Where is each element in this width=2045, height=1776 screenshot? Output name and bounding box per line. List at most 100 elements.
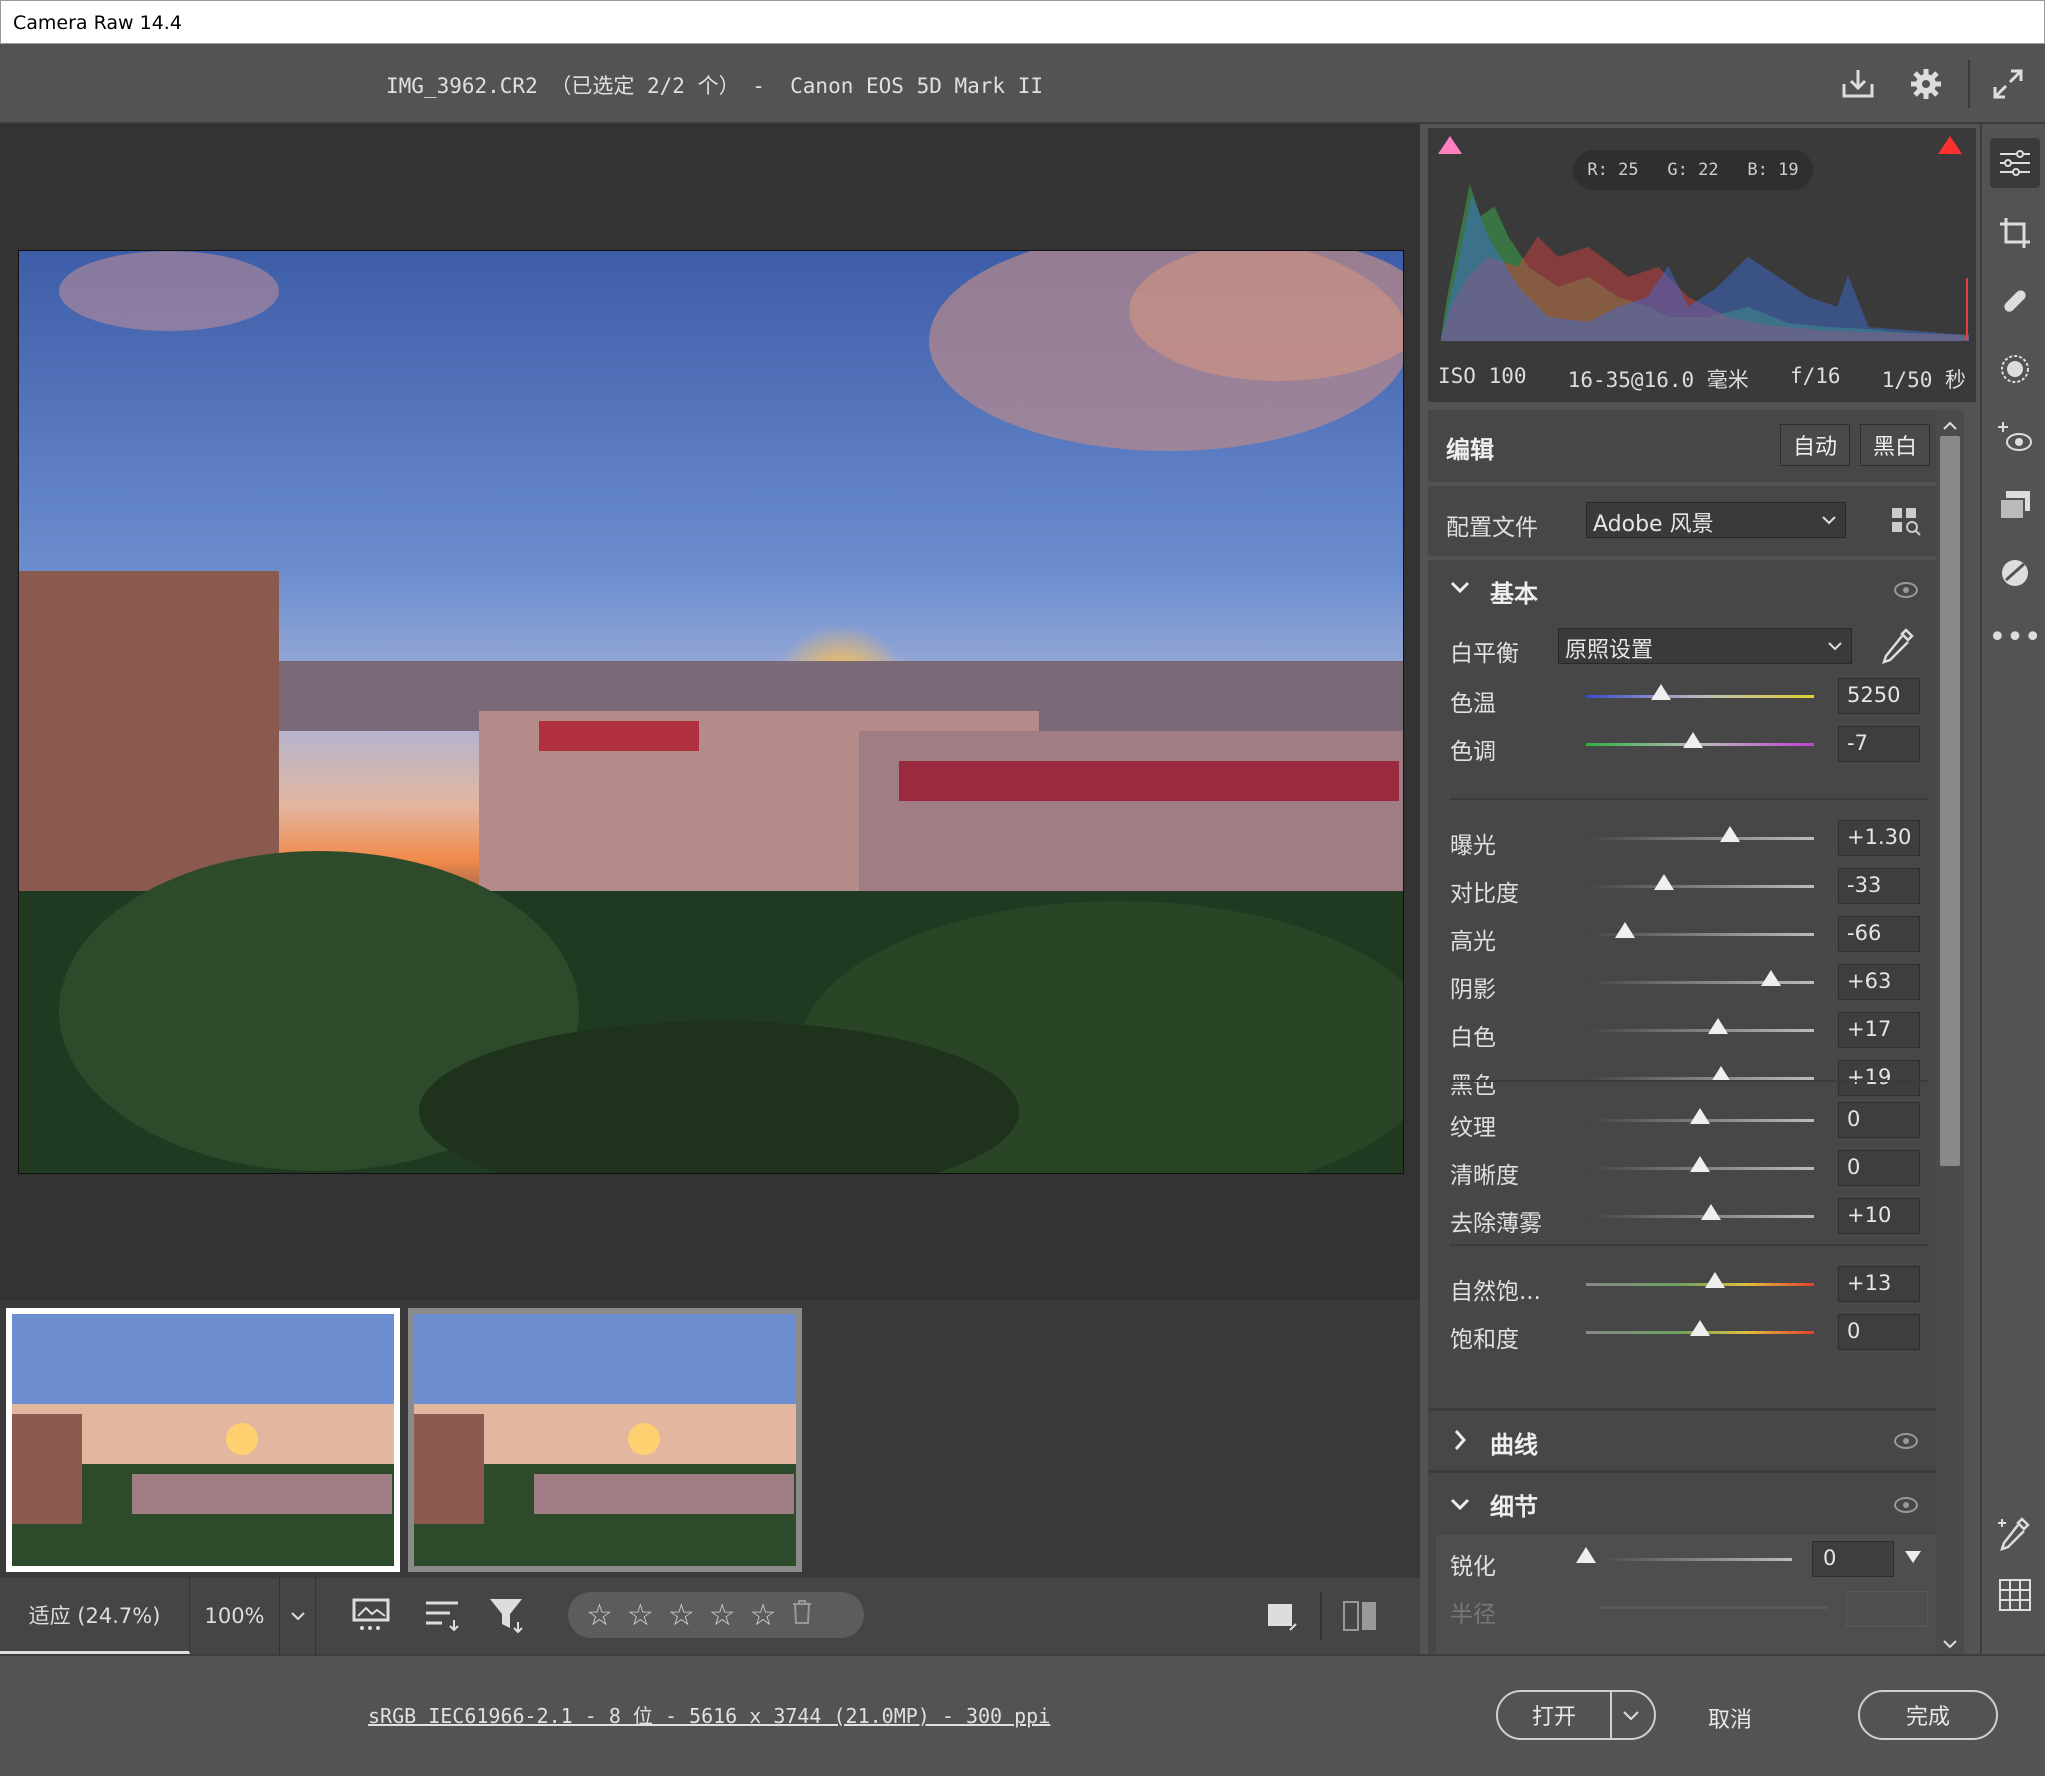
slider-label: 黑色 xyxy=(1450,1073,1496,1099)
star-icon[interactable]: ☆ xyxy=(668,1598,695,1633)
open-button[interactable]: 打开 xyxy=(1496,1690,1656,1740)
slider-thumb[interactable] xyxy=(1690,1156,1710,1172)
zoom-fit-button[interactable]: 适应 (24.7%) xyxy=(0,1578,190,1654)
filmstrip-options-icon[interactable] xyxy=(352,1596,394,1638)
star-icon[interactable]: ☆ xyxy=(709,1598,736,1633)
edit-sliders-icon[interactable] xyxy=(1990,138,2040,188)
slider-track[interactable] xyxy=(1586,1215,1814,1218)
scroll-thumb[interactable] xyxy=(1940,436,1960,1166)
slider-track[interactable] xyxy=(1586,1029,1814,1032)
sharpen-value[interactable]: 0 xyxy=(1812,1541,1894,1577)
scroll-down-icon[interactable] xyxy=(1942,1634,1958,1653)
filter-icon[interactable] xyxy=(488,1596,528,1638)
star-icon[interactable]: ☆ xyxy=(586,1598,613,1633)
chevron-down-icon[interactable] xyxy=(1450,1497,1470,1516)
slider-value[interactable]: -7 xyxy=(1838,726,1920,762)
visibility-eye-icon[interactable] xyxy=(1894,582,1918,598)
zoom-100-button[interactable]: 100% xyxy=(190,1578,280,1654)
more-icon[interactable]: ••• xyxy=(1988,612,2041,662)
snapshots-icon[interactable] xyxy=(1990,548,2040,598)
bw-button[interactable]: 黑白 xyxy=(1860,424,1930,466)
zoom-dropdown-chevron-icon[interactable] xyxy=(280,1578,316,1654)
chevron-down-icon[interactable] xyxy=(1622,1710,1640,1722)
single-view-icon[interactable] xyxy=(1266,1600,1298,1636)
slider-thumb[interactable] xyxy=(1701,1204,1722,1220)
filmstrip-thumbnail[interactable] xyxy=(408,1308,802,1572)
slider-thumb[interactable] xyxy=(1653,874,1674,890)
trash-icon[interactable] xyxy=(791,1599,813,1632)
slider-thumb[interactable] xyxy=(1704,1272,1725,1288)
separator xyxy=(1320,1592,1322,1640)
slider-track[interactable] xyxy=(1586,1283,1814,1286)
slider-thumb[interactable] xyxy=(1614,922,1635,938)
separator xyxy=(1968,60,1970,108)
star-rating[interactable]: ☆ ☆ ☆ ☆ ☆ xyxy=(568,1592,864,1638)
slider-value[interactable]: 0 xyxy=(1838,1314,1920,1350)
gear-icon[interactable] xyxy=(1904,62,1948,106)
sort-icon[interactable] xyxy=(424,1598,462,1638)
slider-value[interactable]: 0 xyxy=(1838,1150,1920,1186)
highlight-clipping-icon[interactable] xyxy=(1936,134,1964,162)
masking-icon[interactable] xyxy=(1990,344,2040,394)
top-bar: IMG_3962.CR2 （已选定 2/2 个） - Canon EOS 5D … xyxy=(0,44,2045,124)
wb-dropdown[interactable]: 原照设置 xyxy=(1558,628,1852,664)
slider-thumb[interactable] xyxy=(1760,970,1781,986)
panel-scrollbar[interactable] xyxy=(1936,410,1964,1654)
chevron-down-icon[interactable] xyxy=(1450,580,1470,599)
slider-value[interactable]: +1.30 xyxy=(1838,820,1920,856)
slider-thumb[interactable] xyxy=(1690,1108,1710,1124)
filmstrip-thumbnail[interactable] xyxy=(6,1308,400,1572)
chevron-right-icon[interactable] xyxy=(1454,1429,1468,1455)
slider-value[interactable]: -66 xyxy=(1838,916,1920,952)
profile-dropdown[interactable]: Adobe 风景 xyxy=(1586,502,1846,538)
shadow-clipping-icon[interactable] xyxy=(1436,134,1464,162)
workflow-options-link[interactable]: sRGB IEC61966-2.1 - 8 位 - 5616 x 3744 (2… xyxy=(368,1700,1050,1729)
grid-icon[interactable] xyxy=(1990,1570,2040,1620)
auto-button[interactable]: 自动 xyxy=(1780,424,1850,466)
slider-thumb[interactable] xyxy=(1719,826,1740,842)
cancel-button[interactable]: 取消 xyxy=(1708,1702,1752,1734)
slider-value[interactable]: 5250 xyxy=(1838,678,1920,714)
slider-track[interactable] xyxy=(1586,695,1814,698)
slider-value[interactable]: +13 xyxy=(1838,1266,1920,1302)
slider-value[interactable]: +63 xyxy=(1838,964,1920,1000)
fullscreen-icon[interactable] xyxy=(1986,62,2030,106)
done-button[interactable]: 完成 xyxy=(1858,1690,1998,1740)
edit-panel: R: 25 G: 22 B: 19 ISO 100 16-35@16.0 毫米 … xyxy=(1420,124,1980,1657)
curves-title[interactable]: 曲线 xyxy=(1490,1425,1538,1460)
slider-track[interactable] xyxy=(1586,837,1814,840)
before-after-icon[interactable] xyxy=(1342,1598,1378,1638)
slider-thumb[interactable] xyxy=(1690,1320,1710,1336)
slider-track[interactable] xyxy=(1586,885,1814,888)
color-sampler-icon[interactable] xyxy=(1990,1508,2040,1558)
slider-value[interactable]: +17 xyxy=(1838,1012,1920,1048)
slider-value[interactable]: +10 xyxy=(1838,1198,1920,1234)
visibility-eye-icon[interactable] xyxy=(1894,1433,1918,1449)
slider-thumb[interactable] xyxy=(1683,732,1704,748)
detail-title[interactable]: 细节 xyxy=(1490,1487,1538,1522)
edit-header: 编辑 自动 黑白 xyxy=(1428,410,1950,482)
sharpen-track[interactable] xyxy=(1586,1558,1792,1561)
separator xyxy=(1610,1692,1612,1738)
slider-value[interactable]: 0 xyxy=(1838,1102,1920,1138)
slider-value[interactable]: +19 xyxy=(1838,1060,1920,1096)
profile-browser-icon[interactable] xyxy=(1890,506,1922,540)
scroll-up-icon[interactable] xyxy=(1942,416,1958,435)
caret-down-icon[interactable] xyxy=(1904,1549,1922,1569)
visibility-eye-icon[interactable] xyxy=(1894,1497,1918,1513)
save-icon[interactable] xyxy=(1836,62,1880,106)
eyedropper-icon[interactable] xyxy=(1880,626,1916,670)
redeye-icon[interactable] xyxy=(1990,412,2040,462)
slider-value[interactable]: -33 xyxy=(1838,868,1920,904)
sharpen-slider-thumb[interactable] xyxy=(1576,1547,1596,1563)
slider-thumb[interactable] xyxy=(1708,1018,1729,1034)
presets-icon[interactable] xyxy=(1990,480,2040,530)
crop-icon[interactable] xyxy=(1990,208,2040,258)
basic-title[interactable]: 基本 xyxy=(1490,574,1538,609)
curves-section[interactable]: 曲线 xyxy=(1428,1408,1950,1466)
healing-icon[interactable] xyxy=(1990,276,2040,326)
star-icon[interactable]: ☆ xyxy=(627,1598,654,1633)
star-icon[interactable]: ☆ xyxy=(750,1598,777,1633)
slider-thumb[interactable] xyxy=(1651,684,1672,700)
image-canvas[interactable] xyxy=(0,124,1420,1300)
